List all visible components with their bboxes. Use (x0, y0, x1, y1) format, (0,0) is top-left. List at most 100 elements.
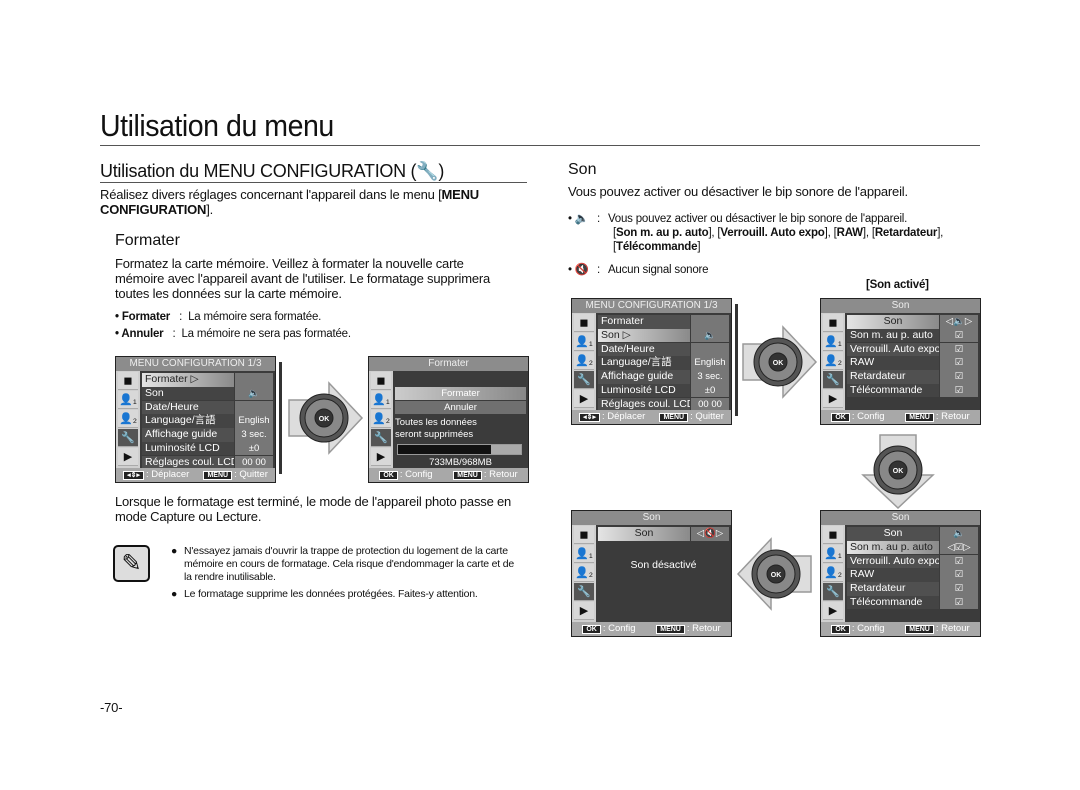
menu-row[interactable]: Son m. au p. auto ◁☑▷ (847, 540, 978, 555)
menu-row-label: Son (598, 527, 690, 541)
menu-row[interactable]: Language/言語 English (598, 356, 729, 370)
camera-icon[interactable]: ◼ (574, 314, 594, 332)
wrench-icon[interactable]: 🔧 (118, 429, 138, 447)
menu-row[interactable]: Language/言語 English (142, 414, 273, 428)
play-icon[interactable]: ▶ (118, 448, 138, 466)
menu-row[interactable]: Télécommande ☑ (847, 383, 978, 398)
menu-row[interactable]: Son m. au p. auto ☑ (847, 328, 978, 343)
menu-row[interactable]: Son 🔈 (847, 527, 978, 541)
wrench-icon[interactable]: 🔧 (574, 583, 594, 601)
screen-footer: OK: Config MENU: Retour (369, 468, 528, 482)
user-1-icon[interactable]: 👤₁ (823, 333, 843, 351)
menu-row[interactable]: Télécommande ☑ (847, 595, 978, 610)
menu-row-label: Luminosité LCD (142, 441, 234, 456)
choice-formater[interactable]: Formater (395, 387, 526, 400)
user-1-icon[interactable]: 👤₁ (823, 545, 843, 563)
note-item: ● N'essayez jamais d'ouvrir la trappe de … (171, 545, 515, 583)
son-on-bullet: • 🔈: Vous pouvez activer ou désactiver le… (568, 213, 944, 253)
menu-row[interactable]: Verrouill. Auto expo ☑ (847, 554, 978, 569)
menu-row[interactable]: Son ▷ 🔈 (598, 328, 729, 343)
wrench-icon[interactable]: 🔧 (574, 371, 594, 389)
footer-hint: MENU: Quitter (203, 468, 268, 482)
play-icon[interactable]: ▶ (574, 390, 594, 408)
screen-title: Son (821, 299, 980, 313)
menu-row[interactable]: Date/Heure (142, 400, 273, 415)
wrench-icon[interactable]: 🔧 (371, 429, 391, 447)
screen-footer: ◂⇕▸: Déplacer MENU: Quitter (572, 410, 731, 424)
menu-row-value: ☑ (940, 356, 978, 370)
camera-icon[interactable]: ◼ (823, 526, 843, 544)
user-1-icon[interactable]: 👤₁ (574, 333, 594, 351)
menu-row-value (691, 342, 729, 357)
menu-row-label: Language/言語 (598, 356, 690, 370)
menu-row[interactable]: Retardateur ☑ (847, 370, 978, 384)
footer-hint-label: : Config (851, 623, 885, 634)
menu-row-label: Son (847, 527, 939, 541)
user-2-icon[interactable]: 👤₂ (574, 352, 594, 370)
user-1-icon[interactable]: 👤₁ (574, 545, 594, 563)
menu-row-value: ☑ (940, 568, 978, 582)
user-1-icon[interactable]: 👤₁ (371, 391, 391, 409)
menu-row[interactable]: Affichage guide 3 sec. (142, 428, 273, 442)
menu-row-value: 🔈 (691, 328, 729, 343)
footer-hint-label: : Retour (483, 469, 518, 480)
footer-hint-label: : Retour (686, 623, 721, 634)
menu-row[interactable]: Formater ▷ (142, 373, 273, 387)
navigation-dial-down-arrow-icon: OK (861, 434, 935, 510)
wrench-icon[interactable]: 🔧 (823, 371, 843, 389)
menu-row[interactable]: Affichage guide 3 sec. (598, 370, 729, 384)
camera-icon[interactable]: ◼ (574, 526, 594, 544)
menu-row-label: Retardateur (847, 582, 939, 596)
menu-row-value: ◁🔈▷ (940, 315, 978, 329)
screen-title: MENU CONFIGURATION 1/3 (116, 357, 275, 371)
menu-row-label: Affichage guide (142, 428, 234, 442)
formater-description: Formatez la carte mémoire. Veillez à for… (115, 256, 491, 301)
menu-row-label: Verrouill. Auto expo (847, 342, 939, 357)
user-2-icon[interactable]: 👤₂ (118, 410, 138, 428)
camera-icon[interactable]: ◼ (371, 372, 391, 390)
user-2-icon[interactable]: 👤₂ (823, 352, 843, 370)
user-2-icon[interactable]: 👤₂ (371, 410, 391, 428)
footer-hint: ◂⇕▸: Déplacer (579, 410, 645, 424)
son-active-caption: [Son activé] (866, 279, 929, 291)
scrollbar[interactable] (279, 362, 282, 474)
camera-icon[interactable]: ◼ (823, 314, 843, 332)
menu-row[interactable]: Formater (598, 315, 729, 329)
menu-row-value: ☑ (940, 328, 978, 343)
screen-title: MENU CONFIGURATION 1/3 (572, 299, 731, 313)
menu-row[interactable]: Son ◁🔈▷ (847, 315, 978, 329)
screen-title: Son (821, 511, 980, 525)
user-2-icon[interactable]: 👤₂ (823, 564, 843, 582)
menu-row-value: ☑ (940, 370, 978, 384)
menu-row[interactable]: Son 🔈 (142, 386, 273, 401)
menu-row-label: Luminosité LCD (598, 383, 690, 398)
choice-annuler[interactable]: Annuler (395, 401, 526, 414)
play-icon[interactable]: ▶ (823, 602, 843, 620)
menu-row[interactable]: Luminosité LCD ±0 (598, 383, 729, 398)
menu-row[interactable]: Luminosité LCD ±0 (142, 441, 273, 456)
memory-bar (397, 444, 522, 455)
menu-row[interactable]: RAW ☑ (847, 356, 978, 370)
menu-key-icon: MENU (905, 413, 934, 422)
menu-row[interactable]: RAW ☑ (847, 568, 978, 582)
message-line: seront supprimées (395, 429, 474, 440)
menu-key-icon: MENU (659, 413, 689, 422)
footer-hint: MENU: Retour (905, 410, 970, 424)
play-icon[interactable]: ▶ (371, 448, 391, 466)
menu-row[interactable]: Date/Heure (598, 342, 729, 357)
camera-icon[interactable]: ◼ (118, 372, 138, 390)
play-icon[interactable]: ▶ (574, 602, 594, 620)
footer-hint-label: : Config (602, 623, 636, 634)
page-number: -70- (100, 700, 123, 715)
menu-row[interactable]: Verrouill. Auto expo ☑ (847, 342, 978, 357)
ok-label: OK (319, 416, 330, 423)
menu-row-value: ☑ (940, 342, 978, 357)
user-1-icon[interactable]: 👤₁ (118, 391, 138, 409)
ok-key-icon: OK (379, 471, 398, 480)
menu-row[interactable]: Son ◁🔇▷ (598, 527, 729, 541)
menu-row[interactable]: Retardateur ☑ (847, 582, 978, 596)
user-2-icon[interactable]: 👤₂ (574, 564, 594, 582)
footer-hint: MENU: Retour (453, 468, 518, 482)
wrench-icon[interactable]: 🔧 (823, 583, 843, 601)
play-icon[interactable]: ▶ (823, 390, 843, 408)
